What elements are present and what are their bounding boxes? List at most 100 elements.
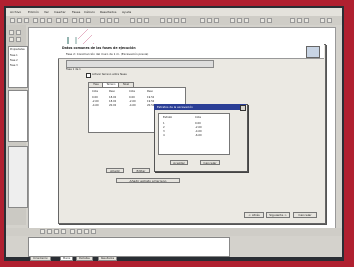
- strata-table: Estrato Cota 1 0.00 2 -2.00 3 -4.00 4 -6…: [158, 113, 230, 155]
- menu-item[interactable]: Fases: [72, 10, 80, 14]
- left-panel-row[interactable]: Fase 2: [10, 59, 18, 62]
- print-icon[interactable]: [33, 18, 38, 23]
- tool-icon[interactable]: [160, 18, 165, 23]
- tool-icon[interactable]: [77, 229, 82, 234]
- redo-icon[interactable]: [47, 18, 52, 23]
- table-cell[interactable]: 0.00: [129, 96, 135, 99]
- strata-cell[interactable]: -6.00: [195, 134, 202, 137]
- menu-item[interactable]: Cálculo: [84, 10, 95, 14]
- align-icon[interactable]: [61, 229, 66, 234]
- strata-cell[interactable]: 3: [163, 130, 165, 133]
- tool-icon[interactable]: [100, 18, 105, 23]
- tool-icon[interactable]: [137, 18, 142, 23]
- next-button[interactable]: Siguiente >: [266, 212, 290, 218]
- tool-icon[interactable]: [214, 18, 219, 23]
- strata-cancel-button[interactable]: Cancelar: [200, 160, 220, 165]
- strata-cell[interactable]: 4: [163, 134, 165, 137]
- strata-cell[interactable]: -2.00: [195, 126, 202, 129]
- italic-icon[interactable]: [47, 229, 52, 234]
- table-cell[interactable]: -4.00: [92, 104, 99, 107]
- activate-checkbox[interactable]: [86, 73, 91, 78]
- tool-icon[interactable]: [297, 18, 302, 23]
- strata-header: Cota: [195, 116, 202, 119]
- tool-icon[interactable]: [114, 18, 119, 23]
- save-icon[interactable]: [24, 18, 29, 23]
- undo-icon[interactable]: [40, 18, 45, 23]
- output-pane[interactable]: [28, 237, 230, 257]
- left-panel-row[interactable]: Fase 1: [10, 54, 18, 57]
- tool-icon[interactable]: [79, 18, 84, 23]
- table-cell[interactable]: 19.50: [147, 96, 154, 99]
- pan-icon[interactable]: [16, 30, 21, 35]
- tool-icon[interactable]: [237, 18, 242, 23]
- activate-checkbox-label: Activar terreno entre fases: [92, 73, 127, 76]
- tool-icon[interactable]: [304, 18, 309, 23]
- open-icon[interactable]: [17, 18, 22, 23]
- strata-title: Estratos de la excavación: [157, 105, 193, 109]
- tool-icon[interactable]: [267, 18, 272, 23]
- new-icon[interactable]: [10, 18, 15, 23]
- table-cell[interactable]: 19.50: [147, 100, 154, 103]
- tool-icon[interactable]: [207, 18, 212, 23]
- tool-icon[interactable]: [290, 18, 295, 23]
- add-button[interactable]: Añadir: [106, 168, 124, 173]
- strata-cell[interactable]: 1: [163, 122, 165, 125]
- menu-item[interactable]: Insertar: [54, 10, 66, 14]
- tool-icon[interactable]: [320, 18, 325, 23]
- menu-item[interactable]: Archivo: [10, 10, 21, 14]
- tool-icon[interactable]: [230, 18, 235, 23]
- tool-icon[interactable]: [200, 18, 205, 23]
- tab-pantallas[interactable]: Pantallas: [76, 256, 93, 261]
- tool-icon[interactable]: [174, 18, 179, 23]
- menu-bar: Archivo Edición Ver Insertar Fases Cálcu…: [6, 8, 342, 16]
- table-cell[interactable]: 18.00: [109, 100, 116, 103]
- tool-icon[interactable]: [84, 229, 89, 234]
- text-icon[interactable]: [54, 229, 59, 234]
- strata-close-icon[interactable]: [240, 105, 246, 111]
- grid-icon[interactable]: [63, 18, 68, 23]
- tool-icon[interactable]: [327, 18, 332, 23]
- tool-icon[interactable]: [91, 229, 96, 234]
- wizard-logo-icon: [306, 46, 320, 58]
- edit-button[interactable]: Editar: [132, 168, 150, 173]
- menu-item[interactable]: Ayuda: [122, 10, 131, 14]
- strata-cell[interactable]: 0.00: [195, 122, 201, 125]
- tab-cimentacion[interactable]: Cimentación: [30, 256, 52, 261]
- tool-icon[interactable]: [70, 229, 75, 234]
- tool-icon[interactable]: [144, 18, 149, 23]
- table-cell[interactable]: 18.00: [109, 96, 116, 99]
- table-cell[interactable]: -2.00: [129, 100, 136, 103]
- phase-label: Fase 1 de 1: [66, 68, 81, 71]
- phase-slider[interactable]: [66, 60, 214, 68]
- back-button[interactable]: < Atrás: [244, 212, 264, 218]
- strata-cell[interactable]: -4.00: [195, 130, 202, 133]
- strata-cell[interactable]: 2: [163, 126, 165, 129]
- tab-resultados[interactable]: Resultados: [98, 256, 118, 261]
- tool-icon[interactable]: [130, 18, 135, 23]
- tool-icon[interactable]: [244, 18, 249, 23]
- table-cell[interactable]: 20.00: [109, 104, 116, 107]
- cancel-button[interactable]: Cancelar: [293, 212, 317, 218]
- tab-muros[interactable]: Muros: [60, 256, 74, 261]
- assign-button[interactable]: Añadir estrato al terreno: [116, 178, 180, 183]
- table-cell[interactable]: -4.00: [129, 104, 136, 107]
- table-cell[interactable]: 0.00: [92, 96, 98, 99]
- zoom-out-icon[interactable]: [16, 37, 21, 42]
- wizard-subtitle: Fase 2: Construcción del muro de 1 m. (E…: [66, 52, 149, 56]
- tool-icon[interactable]: [86, 18, 91, 23]
- select-icon[interactable]: [9, 30, 14, 35]
- left-panel-row[interactable]: Fase 3: [10, 64, 18, 67]
- zoom-in-icon[interactable]: [9, 37, 14, 42]
- strata-ok-button[interactable]: Aceptar: [170, 160, 188, 165]
- tool-icon[interactable]: [72, 18, 77, 23]
- tool-icon[interactable]: [167, 18, 172, 23]
- tool-icon[interactable]: [181, 18, 186, 23]
- table-cell[interactable]: -2.00: [92, 100, 99, 103]
- tool-icon[interactable]: [260, 18, 265, 23]
- menu-item[interactable]: Ver: [44, 10, 49, 14]
- menu-item[interactable]: Resultados: [100, 10, 116, 14]
- zoom-icon[interactable]: [56, 18, 61, 23]
- bold-icon[interactable]: [40, 229, 45, 234]
- menu-item[interactable]: Edición: [28, 10, 39, 14]
- tool-icon[interactable]: [107, 18, 112, 23]
